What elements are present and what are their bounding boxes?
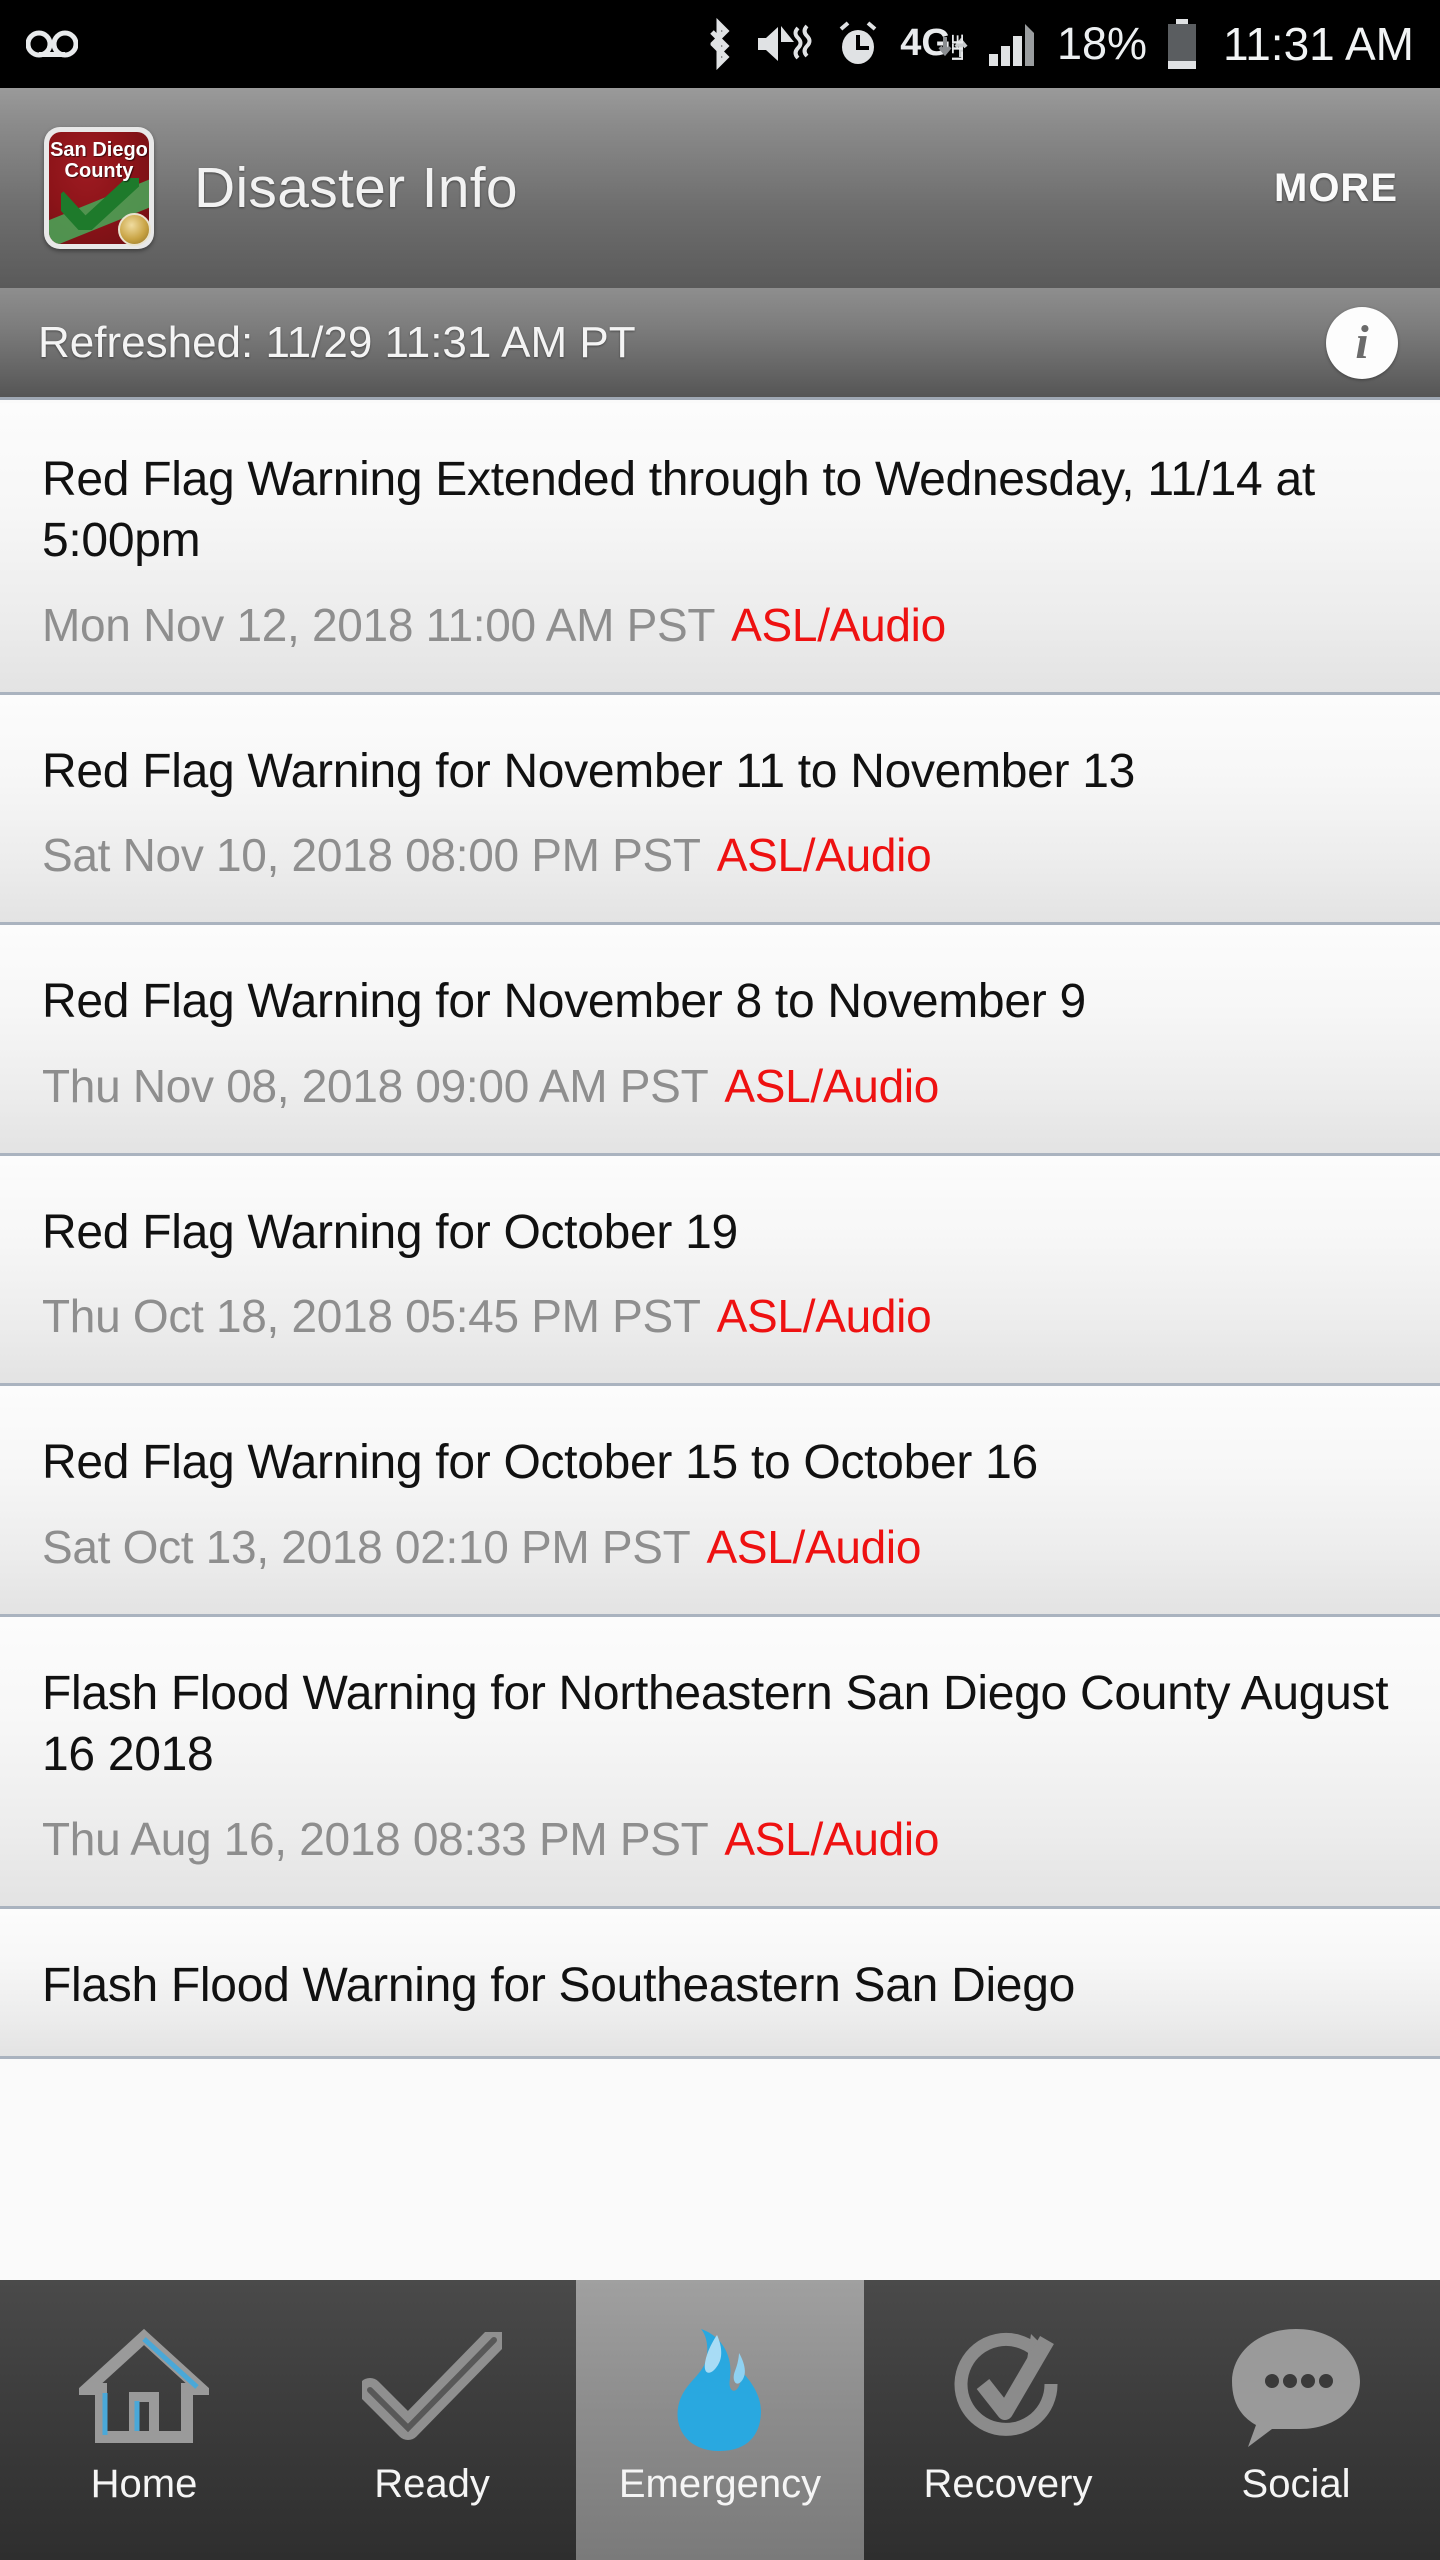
status-bar: 4G LTE 18% 11:31 AM (0, 0, 1440, 88)
app-logo-icon: San Diego County (44, 127, 154, 249)
more-button[interactable]: MORE (1274, 166, 1398, 211)
asl-audio-link[interactable]: ASL/Audio (717, 1290, 932, 1342)
refresh-timestamp-label: Refreshed: 11/29 11:31 AM PT (38, 317, 636, 367)
lte-sub-label: LTE (949, 34, 967, 61)
tab-label: Home (90, 2461, 198, 2506)
tab-recovery[interactable]: Recovery (864, 2280, 1152, 2560)
app-header: San Diego County Disaster Info MORE (0, 88, 1440, 288)
tab-label: Social (1241, 2461, 1351, 2506)
alert-list-item[interactable]: Red Flag Warning for November 11 to Nove… (0, 694, 1440, 926)
app-screen: 4G LTE 18% 11:31 AM San Diego County Dis… (0, 0, 1440, 2560)
asl-audio-link[interactable]: ASL/Audio (724, 1060, 939, 1112)
flame-icon (665, 2318, 775, 2456)
page-title: Disaster Info (194, 156, 518, 220)
tab-emergency[interactable]: Emergency (576, 2280, 864, 2560)
alert-date: Mon Nov 12, 2018 11:00 AM PST (42, 598, 716, 651)
alert-date: Sat Nov 10, 2018 08:00 PM PST (42, 829, 701, 882)
alert-meta: Sat Nov 10, 2018 08:00 PM PST ASL/Audio (42, 828, 1398, 882)
checkmark-icon (362, 2318, 502, 2456)
alert-date: Thu Nov 08, 2018 09:00 AM PST (42, 1059, 709, 1112)
asl-audio-link[interactable]: ASL/Audio (717, 829, 932, 881)
info-button[interactable]: i (1326, 306, 1398, 379)
status-bar-right: 4G LTE 18% 11:31 AM (702, 17, 1440, 71)
tab-social[interactable]: Social (1152, 2280, 1440, 2560)
alert-title: Red Flag Warning for October 15 to Octob… (42, 1436, 1038, 1490)
logo-line-1: San Diego (50, 139, 148, 161)
alert-title: Red Flag Warning for November 8 to Novem… (42, 975, 1086, 1029)
alert-list-item[interactable]: Red Flag Warning for October 19 Thu Oct 1… (0, 1155, 1440, 1387)
alert-meta: Thu Nov 08, 2018 09:00 AM PST ASL/Audio (42, 1059, 1398, 1113)
tab-label: Recovery (923, 2461, 1093, 2506)
alert-meta: Thu Aug 16, 2018 08:33 PM PST ASL/Audio (42, 1812, 1398, 1866)
mute-vibrate-icon (754, 20, 816, 68)
alert-meta: Mon Nov 12, 2018 11:00 AM PST ASL/Audio (42, 598, 1398, 652)
voicemail-icon (26, 27, 78, 61)
alarm-icon (834, 19, 882, 69)
tab-label: Emergency (618, 2461, 822, 2506)
alert-title: Red Flag Warning for October 19 (42, 1205, 738, 1259)
alert-date: Sat Oct 13, 2018 02:10 PM PST (42, 1520, 691, 1573)
bluetooth-icon (702, 18, 736, 70)
asl-audio-link[interactable]: ASL/Audio (731, 599, 946, 651)
alert-title: Flash Flood Warning for Northeastern San… (42, 1666, 1389, 1782)
tab-home[interactable]: Home (0, 2280, 288, 2560)
logo-line-2: County (64, 160, 134, 182)
tab-label: Ready (374, 2461, 490, 2506)
alert-meta: Sat Oct 13, 2018 02:10 PM PST ASL/Audio (42, 1520, 1398, 1574)
status-bar-left (0, 27, 702, 61)
alert-list-item[interactable]: Red Flag Warning for November 8 to Novem… (0, 925, 1440, 1156)
clock-label: 11:31 AM (1223, 18, 1414, 70)
info-icon: i (1355, 315, 1369, 369)
recovery-arrow-check-icon (943, 2318, 1073, 2456)
alert-date: Thu Oct 18, 2018 05:45 PM PST (42, 1290, 701, 1343)
chat-bubble-icon (1226, 2318, 1366, 2456)
bottom-tab-bar[interactable]: Home Ready Emergency Recovery Social (0, 2280, 1440, 2560)
battery-icon (1165, 17, 1199, 71)
asl-audio-link[interactable]: ASL/Audio (706, 1521, 921, 1573)
alert-date: Thu Aug 16, 2018 08:33 PM PST (42, 1812, 709, 1865)
home-icon (79, 2318, 209, 2456)
alert-list-item[interactable]: Red Flag Warning for October 15 to Octob… (0, 1386, 1440, 1617)
alert-meta: Thu Oct 18, 2018 05:45 PM PST ASL/Audio (42, 1289, 1398, 1343)
alert-list-item[interactable]: Flash Flood Warning for Northeastern San… (0, 1616, 1440, 1909)
alert-list[interactable]: Red Flag Warning Extended through to Wed… (0, 403, 1440, 2280)
tab-ready[interactable]: Ready (288, 2280, 576, 2560)
4g-lte-icon: 4G LTE (900, 24, 969, 62)
alert-list-item[interactable]: Flash Flood Warning for Southeastern San… (0, 1908, 1440, 2059)
asl-audio-link[interactable]: ASL/Audio (724, 1813, 939, 1865)
alert-title: Red Flag Warning for November 11 to Nove… (42, 744, 1136, 798)
battery-percent-label: 18% (1056, 18, 1148, 69)
signal-bars-icon (987, 20, 1039, 68)
alert-title: Red Flag Warning Extended through to Wed… (42, 453, 1315, 568)
refresh-bar: Refreshed: 11/29 11:31 AM PT i (0, 288, 1440, 400)
alert-title: Flash Flood Warning for Southeastern San… (42, 1958, 1075, 2012)
county-seal-icon (118, 213, 151, 246)
alert-list-item[interactable]: Red Flag Warning Extended through to Wed… (0, 403, 1440, 695)
